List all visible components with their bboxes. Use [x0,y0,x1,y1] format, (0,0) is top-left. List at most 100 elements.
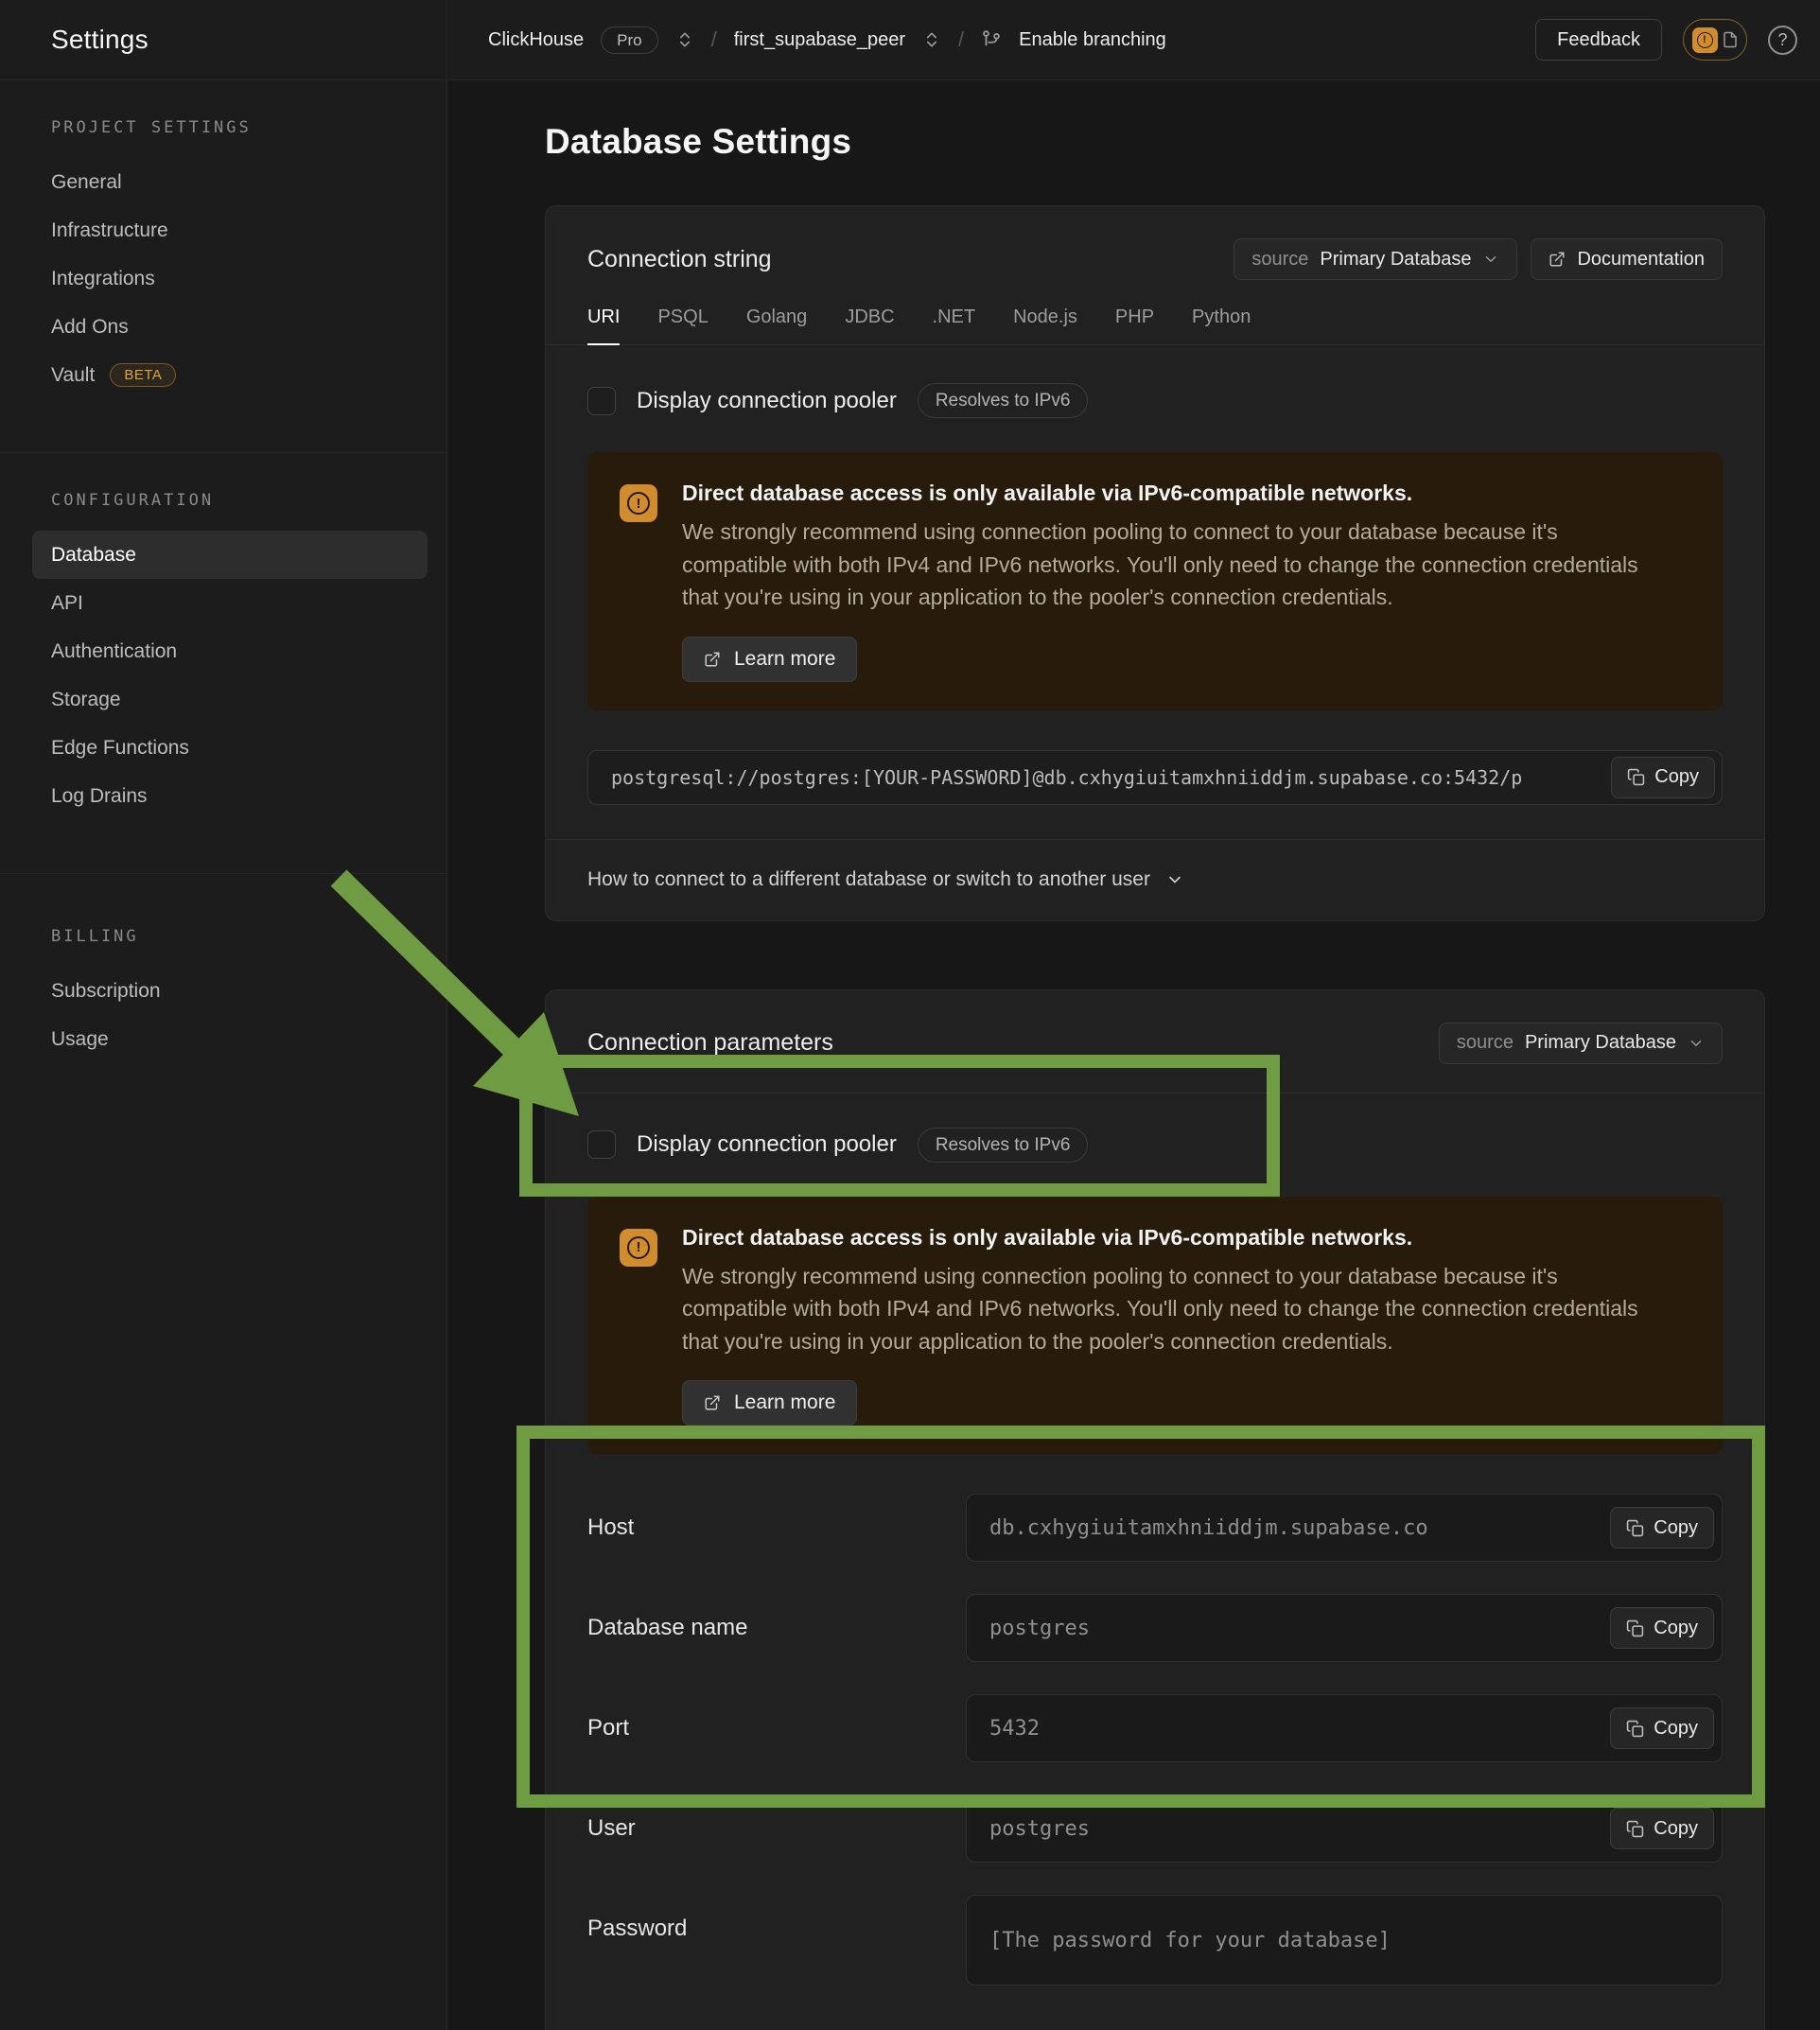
main-content: Database Settings Connection string sour… [448,80,1820,2030]
port-field[interactable]: 5432 Copy [966,1694,1723,1762]
tab-php[interactable]: PHP [1115,306,1154,345]
page-heading: Database Settings [545,122,1820,162]
breadcrumb: ClickHouse Pro / first_supabase_peer / E… [488,26,1166,54]
learn-more-button[interactable]: Learn more [682,1380,857,1426]
sidebar-item-usage[interactable]: Usage [32,1015,424,1063]
section-title-billing: BILLING [51,927,424,946]
org-notification-badge[interactable]: ! [1683,19,1747,61]
password-label: Password [587,1895,966,1986]
pooler-label: Display connection pooler [637,388,897,414]
source-select[interactable]: source Primary Database [1439,1023,1723,1064]
warning-title: Direct database access is only available… [682,1225,1656,1251]
git-branch-icon [981,29,1002,50]
external-link-icon [704,651,721,668]
user-row: User postgres Copy [587,1794,1723,1863]
connection-string-title: Connection string [587,246,772,273]
chevron-down-icon [1482,251,1499,268]
external-link-icon [1549,251,1566,268]
breadcrumb-project[interactable]: first_supabase_peer [734,29,905,51]
sidebar-section-configuration: CONFIGURATION Database API Authenticatio… [0,452,446,873]
display-connection-pooler-checkbox[interactable] [587,1130,616,1159]
copy-icon [1626,1519,1644,1537]
document-icon [1722,31,1739,48]
tab-psql[interactable]: PSQL [657,306,708,345]
help-icon[interactable]: ? [1768,26,1797,55]
org-selector-icon[interactable] [675,30,694,49]
user-field[interactable]: postgres Copy [966,1794,1723,1863]
plan-badge: Pro [601,26,657,54]
source-select[interactable]: source Primary Database [1234,238,1517,280]
copy-icon [1627,768,1645,786]
tab-uri[interactable]: URI [587,306,620,345]
sidebar-item-integrations[interactable]: Integrations [32,254,424,303]
ipv6-badge: Resolves to IPv6 [918,1128,1089,1163]
database-name-row: Database name postgres Copy [587,1594,1723,1662]
port-label: Port [587,1694,966,1762]
tab-jdbc[interactable]: JDBC [845,306,894,345]
pooler-row: Display connection pooler Resolves to IP… [587,383,1723,418]
ipv6-badge: Resolves to IPv6 [918,383,1089,418]
sidebar-item-api[interactable]: API [32,579,424,627]
external-link-icon [704,1394,721,1411]
ipv6-warning-callout: ! Direct database access is only availab… [587,1197,1723,1455]
database-name-field[interactable]: postgres Copy [966,1594,1723,1662]
user-label: User [587,1794,966,1863]
learn-more-button[interactable]: Learn more [682,637,857,682]
tab-golang[interactable]: Golang [746,306,808,345]
tab-dotnet[interactable]: .NET [933,306,976,345]
sidebar-item-vault[interactable]: Vault BETA [32,351,424,399]
settings-sidebar: Settings PROJECT SETTINGS General Infras… [0,0,447,2030]
sidebar-section-billing: BILLING Subscription Usage [0,873,446,1116]
chevron-down-icon [1688,1035,1705,1052]
tab-nodejs[interactable]: Node.js [1013,306,1077,345]
host-field[interactable]: db.cxhygiuitamxhniiddjm.supabase.co Copy [966,1494,1723,1562]
top-header: ClickHouse Pro / first_supabase_peer / E… [448,0,1820,80]
chevron-down-icon [1165,870,1184,889]
connection-string-footer[interactable]: How to connect to a different database o… [546,839,1764,920]
host-label: Host [587,1494,966,1562]
sidebar-item-storage[interactable]: Storage [32,675,424,724]
sidebar-header: Settings [0,0,446,80]
warning-title: Direct database access is only available… [682,481,1656,506]
page-title: Settings [51,25,149,55]
sidebar-item-database[interactable]: Database [32,531,428,579]
alert-icon: ! [620,484,657,522]
copy-uri-button[interactable]: Copy [1611,757,1715,798]
host-row: Host db.cxhygiuitamxhniiddjm.supabase.co… [587,1494,1723,1562]
connection-uri-row: postgresql://postgres:[YOUR-PASSWORD]@db… [587,750,1723,805]
password-field[interactable]: [The password for your database] [966,1895,1723,1986]
breadcrumb-org[interactable]: ClickHouse [488,29,584,51]
sidebar-section-project-settings: PROJECT SETTINGS General Infrastructure … [0,80,446,452]
sidebar-item-infrastructure[interactable]: Infrastructure [32,206,424,254]
feedback-button[interactable]: Feedback [1535,19,1662,61]
connection-parameters-header: Connection parameters source Primary Dat… [546,990,1764,1094]
copy-host-button[interactable]: Copy [1610,1507,1714,1549]
copy-port-button[interactable]: Copy [1610,1707,1714,1749]
pooler-row: Display connection pooler Resolves to IP… [587,1128,1723,1163]
enable-branching-button[interactable]: Enable branching [1019,29,1166,51]
sidebar-item-subscription[interactable]: Subscription [32,967,424,1015]
section-title-project-settings: PROJECT SETTINGS [51,118,424,137]
app-window: Settings PROJECT SETTINGS General Infras… [0,0,1820,2030]
copy-user-button[interactable]: Copy [1610,1808,1714,1849]
port-row: Port 5432 Copy [587,1694,1723,1762]
tab-python[interactable]: Python [1192,306,1251,345]
pooler-label: Display connection pooler [637,1131,897,1158]
section-title-configuration: CONFIGURATION [51,491,424,510]
breadcrumb-separator-2: / [958,27,964,52]
connection-parameters-panel: Connection parameters source Primary Dat… [545,989,1765,2030]
connection-uri-field[interactable]: postgresql://postgres:[YOUR-PASSWORD]@db… [587,750,1723,805]
documentation-button[interactable]: Documentation [1531,238,1723,280]
warning-icon: ! [1692,27,1718,53]
project-selector-icon[interactable] [922,30,941,49]
beta-badge: BETA [110,363,176,387]
sidebar-item-log-drains[interactable]: Log Drains [32,772,424,820]
sidebar-item-authentication[interactable]: Authentication [32,627,424,675]
copy-icon [1626,1820,1644,1838]
sidebar-item-edge-functions[interactable]: Edge Functions [32,724,424,772]
display-connection-pooler-checkbox[interactable] [587,387,616,415]
copy-database-name-button[interactable]: Copy [1610,1607,1714,1649]
footer-expand-label: How to connect to a different database o… [587,868,1150,891]
sidebar-item-general[interactable]: General [32,158,424,206]
sidebar-item-add-ons[interactable]: Add Ons [32,303,424,351]
